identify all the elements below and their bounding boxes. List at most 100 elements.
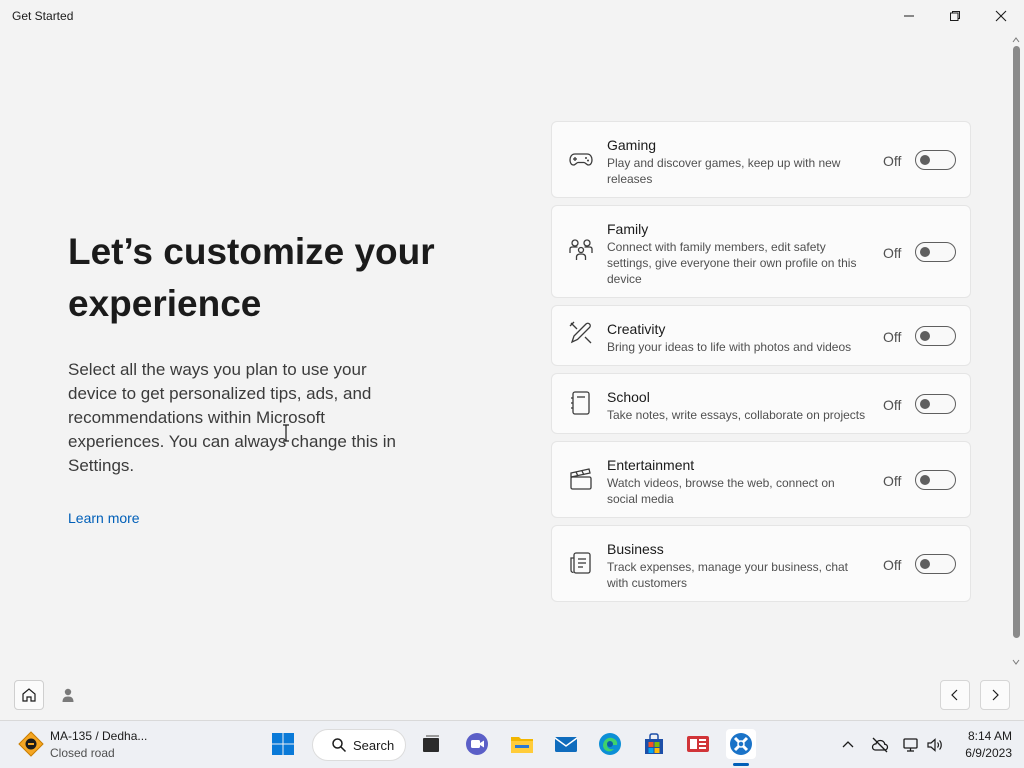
family-icon <box>568 236 594 262</box>
school-toggle[interactable] <box>915 394 956 414</box>
news-icon <box>687 736 709 752</box>
toggle-state-label: Off <box>883 329 902 345</box>
toggle-state-label: Off <box>883 245 902 261</box>
file-explorer-button[interactable] <box>507 729 537 759</box>
toggle-knob <box>920 559 930 569</box>
clock-date[interactable]: 6/9/2023 <box>956 746 1012 760</box>
category-description: Bring your ideas to life with photos and… <box>607 340 852 354</box>
taskbar-search[interactable]: Search <box>312 729 406 761</box>
folder-icon <box>511 737 533 753</box>
vertical-scrollbar[interactable] <box>1008 32 1024 670</box>
text-cursor-icon <box>283 424 289 442</box>
edge-browser-icon <box>599 733 621 755</box>
scroll-up-arrow-icon[interactable] <box>1012 36 1020 44</box>
category-title: Business <box>607 541 664 557</box>
chevron-right-icon <box>992 689 999 701</box>
traffic-widget-title[interactable]: MA-135 / Dedha... <box>50 729 147 743</box>
search-icon <box>332 738 347 753</box>
show-hidden-icons-button[interactable] <box>838 735 858 755</box>
network-icon <box>903 738 918 752</box>
mail-icon <box>554 737 578 752</box>
category-card-gaming[interactable]: Gaming Play and discover games, keep up … <box>551 121 971 198</box>
task-view-button[interactable] <box>416 729 446 759</box>
home-button[interactable] <box>14 680 44 710</box>
toggle-state-label: Off <box>883 153 902 169</box>
title-bar: Get Started <box>0 0 1024 32</box>
category-title: Family <box>607 221 649 237</box>
toggle-state-label: Off <box>883 397 902 413</box>
page-description: Select all the ways you plan to use your… <box>68 360 396 475</box>
clapperboard-icon <box>568 466 594 492</box>
toggle-knob <box>920 399 930 409</box>
category-description: Connect with family members, edit safety… <box>607 240 857 286</box>
chat-button[interactable] <box>462 729 492 759</box>
windows-logo-icon <box>272 733 294 755</box>
get-started-icon <box>730 733 752 755</box>
back-button[interactable] <box>940 680 970 710</box>
scroll-down-arrow-icon[interactable] <box>1012 658 1020 666</box>
start-button[interactable] <box>268 729 298 759</box>
close-icon <box>995 10 1007 22</box>
chevron-left-icon <box>951 689 958 701</box>
minimize-button[interactable] <box>886 0 932 32</box>
category-card-entertainment[interactable]: Entertainment Watch videos, browse the w… <box>551 441 971 518</box>
business-toggle[interactable] <box>915 554 956 574</box>
road-warning-icon[interactable] <box>18 731 44 757</box>
person-icon <box>62 688 74 702</box>
onedrive-button[interactable] <box>870 735 890 755</box>
category-card-school[interactable]: School Take notes, write essays, collabo… <box>551 373 971 434</box>
gamepad-icon <box>568 146 594 172</box>
restore-icon <box>950 11 960 21</box>
task-view-icon <box>423 735 439 752</box>
edge-button[interactable] <box>595 729 625 759</box>
category-card-creativity[interactable]: Creativity Bring your ideas to life with… <box>551 305 971 366</box>
page-title: Let’s customize your experience <box>68 231 435 324</box>
mail-button[interactable] <box>551 729 581 759</box>
active-app-indicator <box>733 763 749 766</box>
traffic-widget-status: Closed road <box>50 746 115 760</box>
toggle-knob <box>920 331 930 341</box>
toggle-knob <box>920 247 930 257</box>
restore-button[interactable] <box>932 0 978 32</box>
toggle-knob <box>920 155 930 165</box>
taskbar: MA-135 / Dedha... Closed road Search 8:1… <box>0 720 1024 768</box>
category-title: Gaming <box>607 137 657 153</box>
speaker-icon <box>927 738 942 752</box>
category-description: Watch videos, browse the web, connect on… <box>607 476 835 506</box>
entertainment-toggle[interactable] <box>915 470 956 490</box>
account-button[interactable] <box>53 680 83 710</box>
pen-brush-icon <box>568 320 594 346</box>
chevron-up-icon <box>842 741 854 748</box>
window-title: Get Started <box>12 9 74 23</box>
toggle-state-label: Off <box>883 557 902 573</box>
network-button[interactable] <box>901 735 921 755</box>
search-label: Search <box>353 737 395 753</box>
cloud-offline-icon <box>871 737 889 753</box>
learn-more-link[interactable]: Learn more <box>68 510 140 526</box>
category-description: Play and discover games, keep up with ne… <box>607 156 841 186</box>
clock-time[interactable]: 8:14 AM <box>962 729 1012 743</box>
volume-button[interactable] <box>925 735 945 755</box>
toggle-knob <box>920 475 930 485</box>
notebook-icon <box>568 390 594 416</box>
creativity-toggle[interactable] <box>915 326 956 346</box>
store-button[interactable] <box>639 729 669 759</box>
minimize-icon <box>904 15 914 17</box>
category-description: Take notes, write essays, collaborate on… <box>607 408 866 422</box>
next-button[interactable] <box>980 680 1010 710</box>
category-title: Creativity <box>607 321 666 337</box>
close-button[interactable] <box>978 0 1024 32</box>
category-description: Track expenses, manage your business, ch… <box>607 560 849 590</box>
home-icon <box>22 688 36 702</box>
category-card-business[interactable]: Business Track expenses, manage your bus… <box>551 525 971 602</box>
category-card-family[interactable]: Family Connect with family members, edit… <box>551 205 971 298</box>
family-toggle[interactable] <box>915 242 956 262</box>
category-title: School <box>607 389 650 405</box>
news-button[interactable] <box>683 729 713 759</box>
gaming-toggle[interactable] <box>915 150 956 170</box>
video-chat-icon <box>466 733 488 755</box>
toggle-state-label: Off <box>883 473 902 489</box>
scroll-thumb[interactable] <box>1013 46 1020 638</box>
get-started-app-button[interactable] <box>726 729 756 759</box>
document-icon <box>568 550 594 576</box>
